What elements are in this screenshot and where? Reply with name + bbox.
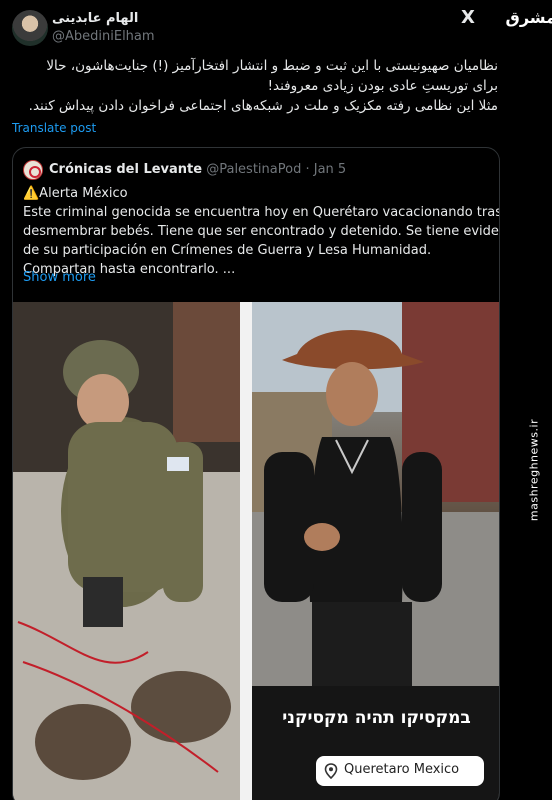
watermark-logo: مشرق xyxy=(505,8,552,27)
quoted-body: ⚠️Alerta México Este criminal genocida s… xyxy=(23,184,500,279)
author-name[interactable]: الهام عابدینی xyxy=(52,11,138,26)
watermark-url: mashreghnews.ir xyxy=(527,418,541,522)
translate-post-link[interactable]: Translate post xyxy=(12,121,96,135)
tweet-body-line: مثلا این نظامی رفته مکزیک و ملت در شبکه‌… xyxy=(28,98,498,114)
photo-caption: במקסיקו תהיה מקסיקני Queretaro Mexico xyxy=(252,686,499,800)
photo-divider xyxy=(240,302,252,800)
quoted-body-line: Este criminal genocida se encuentra hoy … xyxy=(23,205,500,220)
tweet-body-line: برای توریستِ عادی بودن زیادی معروفند! xyxy=(267,78,498,94)
quoted-separator: · xyxy=(305,162,314,177)
tweet-card: الهام عابدینی @AbediniElham X نظامیان صه… xyxy=(0,0,510,800)
author-avatar[interactable] xyxy=(12,10,48,46)
location-tag: Queretaro Mexico xyxy=(316,756,484,786)
tweet-body-line: نظامیان صهیونیستی با این ثبت و ضبط و انت… xyxy=(46,58,498,74)
tourist-photo[interactable]: במקסיקו תהיה מקסיקני Queretaro Mexico xyxy=(252,302,499,800)
author-handle[interactable]: @AbediniElham xyxy=(52,29,155,44)
quoted-author-handle[interactable]: @PalestinaPod xyxy=(206,162,301,177)
watermark-strip: مشرق mashreghnews.ir xyxy=(505,0,552,800)
hebrew-caption: במקסיקו תהיה מקסיקני xyxy=(282,708,471,728)
location-pin-icon xyxy=(324,763,338,779)
quoted-body-line: desmembrar bebés. Tiene que ser encontra… xyxy=(23,224,500,239)
location-label: Queretaro Mexico xyxy=(344,762,460,777)
x-logo-icon[interactable]: X xyxy=(461,7,475,28)
tourist-photo-art xyxy=(252,302,499,686)
quoted-date[interactable]: Jan 5 xyxy=(314,162,346,177)
quoted-header: Crónicas del Levante @PalestinaPod · Jan… xyxy=(49,162,346,177)
quoted-body-line: ⚠️Alerta México xyxy=(23,186,128,201)
show-more-link[interactable]: Show more xyxy=(23,270,96,285)
quoted-body-line: de su participación en Crímenes de Guerr… xyxy=(23,243,432,258)
tweet-body: نظامیان صهیونیستی با این ثبت و ضبط و انت… xyxy=(10,56,498,116)
quoted-author-name[interactable]: Crónicas del Levante xyxy=(49,162,202,177)
quoted-tweet[interactable]: Crónicas del Levante @PalestinaPod · Jan… xyxy=(12,147,500,800)
quoted-avatar[interactable] xyxy=(23,160,43,180)
soldier-photo-art xyxy=(13,302,240,800)
soldier-photo[interactable] xyxy=(13,302,240,800)
